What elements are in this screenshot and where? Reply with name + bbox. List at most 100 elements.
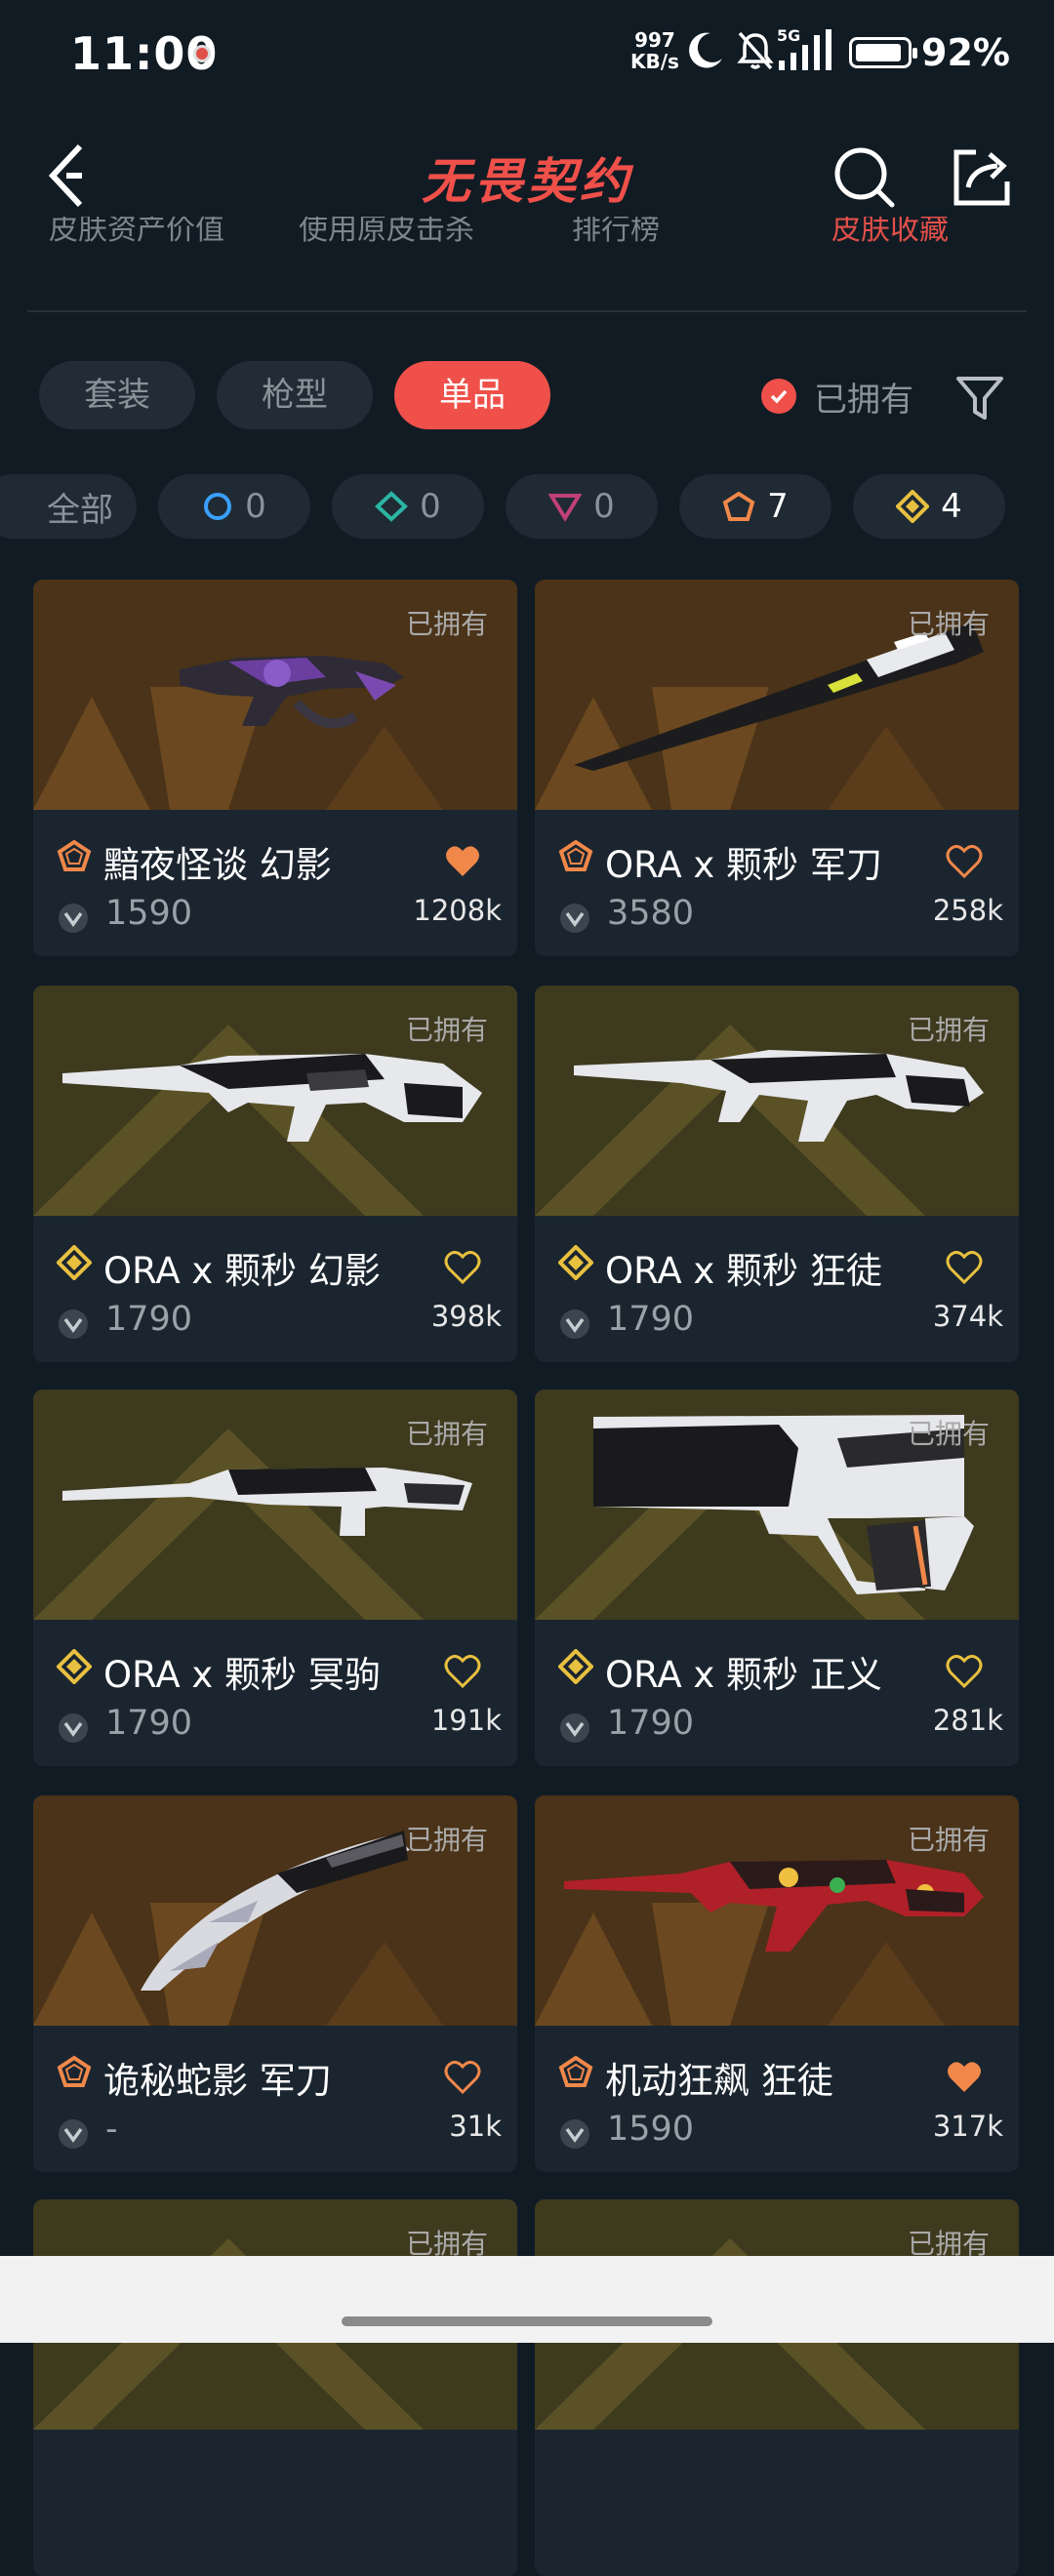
- owned-tag: 已拥有: [907, 1418, 990, 1450]
- tier-deluxe[interactable]: 0: [332, 474, 484, 539]
- tier-count: 0: [593, 487, 615, 526]
- ultra-tier-icon: [896, 490, 930, 523]
- home-indicator[interactable]: [342, 2316, 712, 2326]
- like-count: 317k: [932, 2110, 1003, 2143]
- skin-card[interactable]: 已拥有 ORA x 颗秒 狂徒 1790 374k: [535, 986, 1019, 1362]
- battery-icon: [849, 37, 917, 68]
- heart-icon[interactable]: [945, 2059, 984, 2094]
- skin-name: ORA x 颗秒 狂徒: [605, 1250, 882, 1292]
- owned-tag: 已拥有: [405, 608, 488, 640]
- share-icon[interactable]: [947, 142, 1015, 211]
- skin-image: 已拥有: [33, 580, 517, 810]
- owned-tag: 已拥有: [405, 1014, 488, 1046]
- heart-icon[interactable]: [443, 1249, 482, 1284]
- exclusive-tier-icon: [558, 839, 593, 876]
- like-count: 191k: [430, 1704, 502, 1737]
- tier-count: 7: [767, 487, 789, 526]
- category-pill-single[interactable]: 单品: [394, 361, 550, 429]
- skin-price: 3580: [607, 894, 695, 933]
- ultra-tier-icon: [56, 1648, 93, 1688]
- skin-name: ORA x 颗秒 幻影: [103, 1250, 381, 1292]
- like-count: 258k: [932, 894, 1003, 927]
- skin-card[interactable]: 已拥有 黯夜怪谈 幻影 1590 1208k: [33, 580, 517, 956]
- tier-exclusive[interactable]: 7: [679, 474, 831, 539]
- skin-price: 1790: [607, 1704, 695, 1743]
- moon-icon: [689, 32, 722, 68]
- heart-icon[interactable]: [945, 1653, 984, 1688]
- ultra-tier-icon: [56, 1244, 93, 1284]
- sub-tab-active[interactable]: 皮肤收藏: [831, 217, 949, 248]
- skin-image: 已拥有: [535, 580, 1019, 810]
- heart-icon[interactable]: [443, 2059, 482, 2094]
- search-icon[interactable]: [830, 142, 898, 211]
- owned-tag: 已拥有: [907, 1824, 990, 1856]
- vp-currency-icon: [560, 1309, 589, 1339]
- exclusive-tier-icon: [57, 839, 92, 876]
- heart-icon[interactable]: [945, 843, 984, 878]
- tier-select[interactable]: 0: [158, 474, 310, 539]
- notification-dot-icon: [193, 45, 211, 62]
- category-pill-set[interactable]: 套装: [39, 361, 195, 429]
- skin-price: 1590: [105, 894, 193, 933]
- exclusive-tier-icon: [558, 2055, 593, 2092]
- tier-premium[interactable]: 0: [506, 474, 658, 539]
- select-tier-icon: [202, 491, 233, 522]
- owned-tag: 已拥有: [405, 1418, 488, 1450]
- skin-card[interactable]: 已拥有 ORA x 颗秒 正义 1790 281k: [535, 1389, 1019, 1766]
- owned-tag: 已拥有: [907, 1014, 990, 1046]
- sub-tab[interactable]: 使用原皮击杀: [299, 217, 474, 248]
- heart-icon[interactable]: [443, 843, 482, 878]
- skin-card[interactable]: 已拥有 ORA x 颗秒 幻影 1790 398k: [33, 986, 517, 1362]
- skin-image: 已拥有: [535, 1389, 1019, 1620]
- category-pill-gun-type[interactable]: 枪型: [217, 361, 373, 429]
- skin-name: ORA x 颗秒 冥驹: [103, 1654, 381, 1696]
- sub-tab[interactable]: 皮肤资产价值: [49, 217, 224, 248]
- owned-tag: 已拥有: [907, 608, 990, 640]
- speed-value: 997: [634, 28, 675, 52]
- skin-name: 机动狂飙 狂徒: [605, 2060, 833, 2102]
- bell-muted-icon: [737, 31, 774, 70]
- like-count: 374k: [932, 1300, 1003, 1333]
- skin-name: ORA x 颗秒 正义: [605, 1654, 882, 1696]
- vp-currency-icon: [59, 2119, 88, 2149]
- speed-unit: KB/s: [630, 50, 679, 73]
- skin-card[interactable]: 已拥有 ORA x 颗秒 军刀 3580 258k: [535, 580, 1019, 956]
- heart-icon[interactable]: [443, 1653, 482, 1688]
- skin-card[interactable]: 已拥有机动狂飙 狂徒 1590 317k: [535, 1795, 1019, 2172]
- owned-toggle[interactable]: 已拥有: [761, 369, 913, 423]
- skin-price: 1790: [105, 1704, 193, 1743]
- network-speed: 997 KB/s: [630, 29, 679, 72]
- heart-icon[interactable]: [945, 1249, 984, 1284]
- sub-tabs: 皮肤资产价值 使用原皮击杀 排行榜 皮肤收藏: [0, 217, 1054, 248]
- tier-count: 4: [941, 487, 962, 526]
- skin-price: 1590: [607, 2110, 695, 2149]
- network-type: 5G: [777, 27, 800, 45]
- exclusive-tier-icon: [57, 2055, 92, 2092]
- exclusive-tier-icon: [722, 491, 755, 522]
- skin-price: 1790: [105, 1300, 193, 1339]
- skin-image: 已拥有: [33, 986, 517, 1216]
- like-count: 31k: [449, 2110, 502, 2143]
- skin-name: ORA x 颗秒 军刀: [605, 844, 882, 886]
- bottom-bar: [0, 2256, 1054, 2343]
- tier-all-label: 全部: [47, 490, 113, 530]
- tier-count: 0: [420, 487, 441, 526]
- battery-percent: 92%: [921, 31, 1010, 74]
- check-icon: [761, 379, 796, 414]
- tier-count: 0: [245, 487, 266, 526]
- skin-image: 已拥有: [33, 1389, 517, 1620]
- vp-currency-icon: [560, 1713, 589, 1743]
- like-count: 398k: [430, 1300, 502, 1333]
- sub-tab[interactable]: 排行榜: [572, 217, 660, 248]
- signal-icon: 5G: [777, 27, 831, 70]
- skin-image: 已拥有: [535, 1795, 1019, 2026]
- owned-tag: 已拥有: [405, 1824, 488, 1856]
- ultra-tier-icon: [557, 1244, 594, 1284]
- tier-all[interactable]: 全部: [0, 474, 137, 539]
- skin-card[interactable]: 已拥有 诡秘蛇影 军刀 - 31k: [33, 1795, 517, 2172]
- like-count: 281k: [932, 1704, 1003, 1737]
- tier-ultra[interactable]: 4: [853, 474, 1005, 539]
- skin-card[interactable]: 已拥有 ORA x 颗秒 冥驹 1790 191k: [33, 1389, 517, 1766]
- skin-name: 黯夜怪谈 幻影: [103, 844, 332, 886]
- funnel-icon[interactable]: [953, 371, 1007, 425]
